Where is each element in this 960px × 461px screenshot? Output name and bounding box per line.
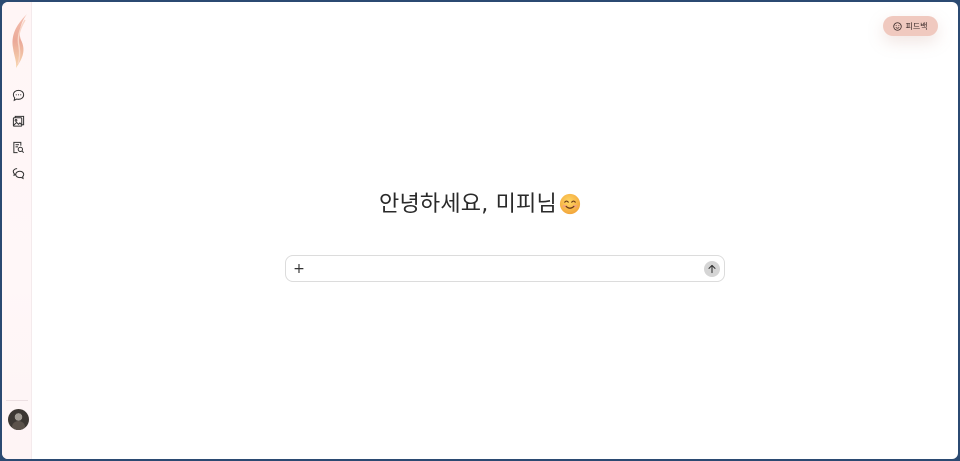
arrow-up-icon xyxy=(708,264,716,274)
avatar[interactable] xyxy=(8,409,29,430)
app-window: 피드백 안녕하세요, 미피님 + xyxy=(2,2,958,459)
send-button[interactable] xyxy=(704,261,720,277)
avatar-figure xyxy=(12,421,25,430)
prompt-composer: + xyxy=(285,255,725,282)
feedback-button[interactable]: 피드백 xyxy=(883,16,938,36)
chat-history-icon[interactable] xyxy=(11,166,25,180)
feedback-label: 피드백 xyxy=(905,21,928,31)
greeting-heading: 안녕하세요, 미피님 xyxy=(2,186,958,218)
image-gallery-icon[interactable] xyxy=(11,114,25,128)
smile-icon xyxy=(893,21,903,31)
document-search-icon[interactable] xyxy=(11,140,25,154)
prompt-input[interactable] xyxy=(310,259,700,279)
smiling-face-icon xyxy=(559,193,581,215)
logo-icon xyxy=(12,14,27,68)
sidebar-divider xyxy=(6,400,28,401)
chat-bubble-icon[interactable] xyxy=(11,88,25,102)
attach-plus-button[interactable]: + xyxy=(292,260,306,278)
sidebar xyxy=(2,2,32,459)
greeting-text: 안녕하세요, 미피님 xyxy=(379,192,557,217)
